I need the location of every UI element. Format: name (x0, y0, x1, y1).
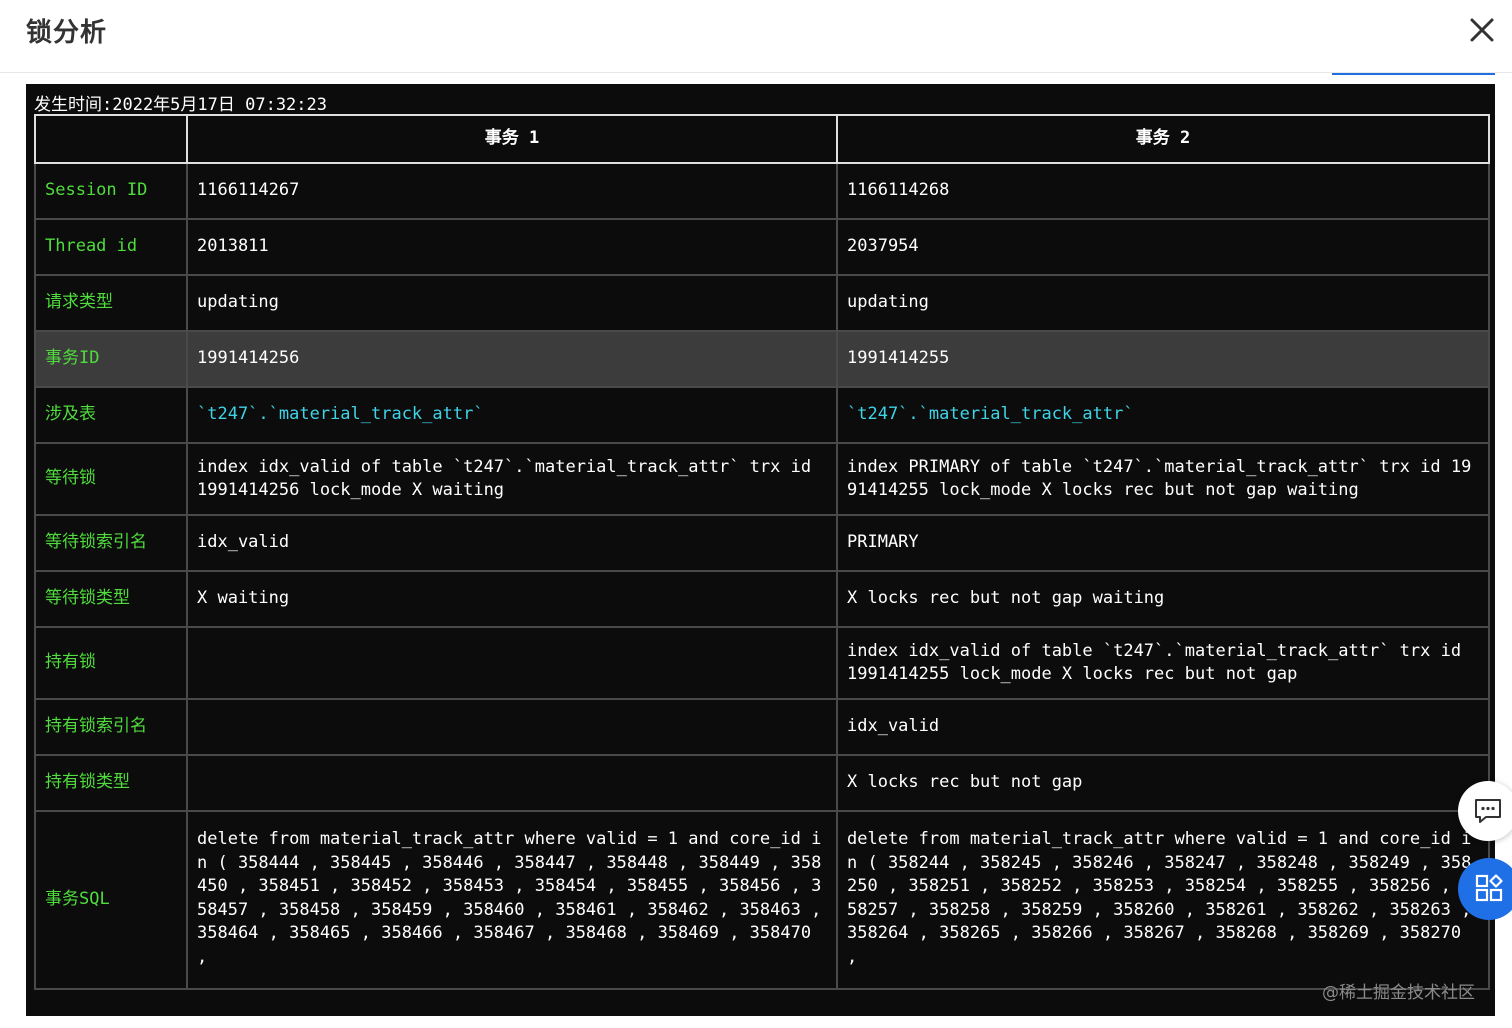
header-transaction-1: 事务 1 (186, 114, 838, 164)
header-transaction-2: 事务 2 (836, 114, 1490, 164)
row-label: 等待锁类型 (34, 570, 188, 628)
transaction-1-cell: delete from material_track_attr where va… (186, 810, 838, 990)
row-label: 持有锁索引名 (34, 698, 188, 756)
lock-analysis-table: 事务 1 事务 2 Session ID 1166114267 11661142… (34, 114, 1490, 990)
occurred-time: 发生时间:2022年5月17日 07:32:23 (34, 95, 327, 115)
transaction-2-cell: X locks rec but not gap waiting (836, 570, 1490, 628)
row-label: 请求类型 (34, 274, 188, 332)
transaction-1-cell: index idx_valid of table `t247`.`materia… (186, 442, 838, 516)
transaction-2-cell: 1991414255 (836, 330, 1490, 388)
row-label: 等待锁索引名 (34, 514, 188, 572)
table-row-waiting-lock-type: 等待锁类型 X waiting X locks rec but not gap … (34, 570, 1490, 628)
apps-button[interactable] (1458, 858, 1512, 920)
row-label: Thread id (34, 218, 188, 276)
transaction-2-cell: updating (836, 274, 1490, 332)
row-label: Session ID (34, 162, 188, 220)
transaction-1-cell: 1166114267 (186, 162, 838, 220)
lock-analysis-panel: 发生时间:2022年5月17日 07:32:23 事务 1 事务 2 Sessi… (26, 84, 1495, 1028)
transaction-2-cell: 2037954 (836, 218, 1490, 276)
transaction-1-cell: X waiting (186, 570, 838, 628)
transaction-2-cell: X locks rec but not gap (836, 754, 1490, 812)
dialog-header: 锁分析 (0, 0, 1512, 73)
header-blank (34, 114, 188, 164)
watermark: @稀土掘金技术社区 (1322, 983, 1475, 1003)
transaction-1-cell: 2013811 (186, 218, 838, 276)
row-label: 持有锁 (34, 626, 188, 700)
table-row-held-lock-type: 持有锁类型 X locks rec but not gap (34, 754, 1490, 812)
table-row-waiting-lock-index: 等待锁索引名 idx_valid PRIMARY (34, 514, 1490, 572)
table-row-session-id: Session ID 1166114267 1166114268 (34, 162, 1490, 220)
table-row-held-lock-index: 持有锁索引名 idx_valid (34, 698, 1490, 756)
row-label: 事务ID (34, 330, 188, 388)
transaction-1-cell (186, 626, 838, 700)
transaction-2-cell: 1166114268 (836, 162, 1490, 220)
transaction-1-cell: 1991414256 (186, 330, 838, 388)
transaction-2-cell: index PRIMARY of table `t247`.`material_… (836, 442, 1490, 516)
transaction-2-cell: idx_valid (836, 698, 1490, 756)
feedback-button[interactable] (1458, 781, 1512, 841)
row-label: 持有锁类型 (34, 754, 188, 812)
transaction-2-cell: `t247`.`material_track_attr` (836, 386, 1490, 444)
active-tab-indicator (1332, 73, 1495, 75)
transaction-1-cell: `t247`.`material_track_attr` (186, 386, 838, 444)
table-row-involved-table: 涉及表 `t247`.`material_track_attr` `t247`.… (34, 386, 1490, 444)
row-label: 等待锁 (34, 442, 188, 516)
table-row-transaction-id: 事务ID 1991414256 1991414255 (34, 330, 1490, 388)
transaction-1-cell: updating (186, 274, 838, 332)
transaction-1-cell (186, 754, 838, 812)
transaction-1-cell (186, 698, 838, 756)
table-row-thread-id: Thread id 2013811 2037954 (34, 218, 1490, 276)
bottom-strip (0, 1016, 1512, 1028)
table-row-request-type: 请求类型 updating updating (34, 274, 1490, 332)
transaction-1-cell: idx_valid (186, 514, 838, 572)
row-label: 事务SQL (34, 810, 188, 990)
close-icon (1470, 18, 1494, 42)
chat-bubble-icon (1475, 799, 1501, 823)
dialog-title: 锁分析 (26, 18, 108, 48)
close-button[interactable] (1462, 12, 1502, 48)
table-row-waiting-lock: 等待锁 index idx_valid of table `t247`.`mat… (34, 442, 1490, 516)
transaction-2-cell: index idx_valid of table `t247`.`materia… (836, 626, 1490, 700)
row-label: 涉及表 (34, 386, 188, 444)
transaction-2-cell: delete from material_track_attr where va… (836, 810, 1490, 990)
transaction-2-cell: PRIMARY (836, 514, 1490, 572)
table-row-transaction-sql: 事务SQL delete from material_track_attr wh… (34, 810, 1490, 990)
table-header-row: 事务 1 事务 2 (34, 114, 1490, 164)
apps-grid-icon (1475, 874, 1503, 902)
table-row-held-lock: 持有锁 index idx_valid of table `t247`.`mat… (34, 626, 1490, 700)
